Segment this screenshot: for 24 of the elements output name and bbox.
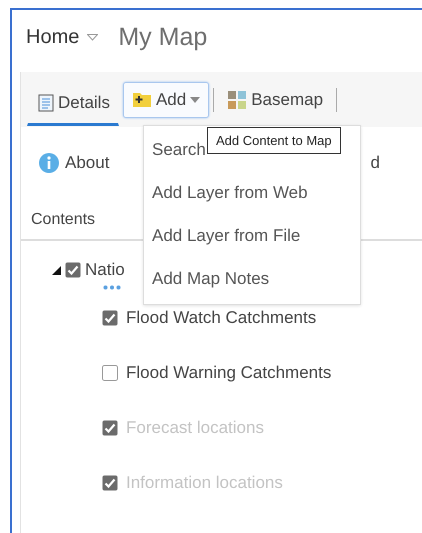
layer-name: Information locations	[126, 472, 283, 492]
layer-name: Forecast locations	[126, 418, 264, 438]
grid-icon	[227, 90, 248, 110]
caret-icon	[190, 96, 200, 102]
document-list-icon	[38, 94, 54, 112]
folder-plus-icon	[132, 91, 152, 108]
checkbox[interactable]	[102, 310, 118, 326]
checkbox[interactable]	[65, 262, 81, 278]
layer-name: Flood Watch Catchments	[126, 308, 316, 328]
checkbox[interactable]	[102, 364, 118, 380]
expand-triangle-icon[interactable]	[52, 266, 61, 274]
about-tab[interactable]: About	[65, 153, 110, 173]
layer-name: Natio	[85, 260, 125, 280]
tab-label[interactable]: d	[370, 153, 380, 173]
home-menu[interactable]: Home	[26, 26, 80, 48]
more-icon[interactable]	[103, 285, 121, 290]
toolbar-tab[interactable]: Basemap	[218, 82, 332, 118]
map-title: My Map	[118, 22, 208, 52]
tooltip: Add Content to Map	[207, 127, 341, 154]
caret-icon[interactable]	[87, 34, 98, 40]
add-dropdown[interactable]: Add	[122, 82, 210, 118]
layer-name: Flood Warning Catchments	[126, 362, 332, 382]
toolbar-tab[interactable]: Details	[27, 82, 119, 126]
menu-item[interactable]: Add Map Notes	[144, 257, 360, 300]
